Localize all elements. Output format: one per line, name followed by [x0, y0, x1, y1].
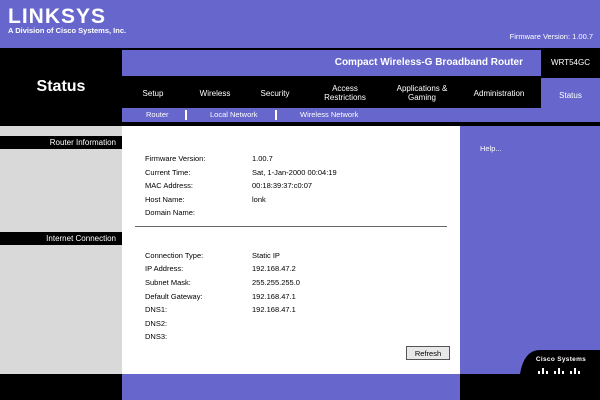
- subnav-separator: [185, 110, 187, 120]
- model-number: WRT54GC: [541, 50, 600, 76]
- page-title: Status: [36, 78, 86, 95]
- mac-address-value: 00:18:39:37:c0:07: [252, 181, 313, 190]
- ip-address-value: 192.168.47.2: [252, 264, 296, 273]
- dns2-label: DNS2:: [145, 319, 168, 328]
- ip-address-label: IP Address:: [145, 264, 184, 273]
- help-link[interactable]: Help...: [480, 144, 502, 153]
- domain-name-label: Domain Name:: [145, 208, 196, 217]
- host-name-label: Host Name:: [145, 195, 185, 204]
- firmware-version-top: Firmware Version: 1.00.7: [509, 32, 593, 41]
- host-name-value: lonk: [252, 195, 266, 204]
- header-bar: LINKSYS A Division of Cisco Systems, Inc…: [0, 0, 600, 48]
- refresh-button[interactable]: Refresh: [406, 346, 450, 360]
- help-panel: Help...: [460, 126, 600, 374]
- firmware-label: Firmware Version:: [145, 154, 206, 163]
- footer-left: [0, 374, 122, 400]
- tab-administration[interactable]: Administration: [466, 78, 532, 108]
- subtab-router[interactable]: Router: [146, 108, 169, 122]
- current-time-label: Current Time:: [145, 168, 191, 177]
- tab-setup[interactable]: Setup: [130, 78, 176, 108]
- mac-address-label: MAC Address:: [145, 181, 193, 190]
- logo-text: LINKSYS: [8, 5, 107, 28]
- left-sidebar: Router Information Internet Connection: [0, 126, 122, 374]
- subtab-local-network[interactable]: Local Network: [210, 108, 258, 122]
- footer-middle: [122, 374, 460, 400]
- tab-applications-gaming[interactable]: Applications & Gaming: [384, 78, 460, 108]
- logo-subtitle: A Division of Cisco Systems, Inc.: [8, 26, 127, 35]
- linksys-logo: LINKSYS A Division of Cisco Systems, Inc…: [8, 5, 127, 36]
- dns1-label: DNS1:: [145, 305, 168, 314]
- connection-type-label: Connection Type:: [145, 251, 204, 260]
- connection-type-value: Static IP: [252, 251, 280, 260]
- default-gateway-label: Default Gateway:: [145, 292, 203, 301]
- footer-right: [460, 374, 600, 400]
- dns3-label: DNS3:: [145, 332, 168, 341]
- firmware-value: 1.00.7: [252, 154, 273, 163]
- subnet-mask-label: Subnet Mask:: [145, 278, 191, 287]
- subtab-wireless-network[interactable]: Wireless Network: [300, 108, 358, 122]
- product-name: Compact Wireless-G Broadband Router: [334, 57, 523, 68]
- sub-navigation: Router Local Network Wireless Network: [122, 108, 600, 122]
- tab-access-restrictions[interactable]: Access Restrictions: [310, 78, 380, 108]
- section-divider: [135, 226, 447, 227]
- section-internet-connection: Internet Connection: [0, 232, 122, 245]
- tab-security[interactable]: Security: [252, 78, 298, 108]
- tab-status[interactable]: Status: [541, 78, 600, 112]
- main-content: Firmware Version: 1.00.7 Current Time: S…: [122, 126, 460, 374]
- product-bar: Compact Wireless-G Broadband Router: [122, 50, 541, 76]
- tab-wireless[interactable]: Wireless: [190, 78, 240, 108]
- current-time-value: Sat, 1-Jan-2000 00:04:19: [252, 168, 337, 177]
- subnav-separator: [275, 110, 277, 120]
- cisco-logo-text: Cisco Systems: [535, 356, 587, 363]
- subnet-mask-value: 255.255.255.0: [252, 278, 300, 287]
- default-gateway-value: 192.168.47.1: [252, 292, 296, 301]
- section-router-information: Router Information: [0, 136, 122, 149]
- main-tabs: Setup Wireless Security Access Restricti…: [122, 78, 541, 108]
- dns1-value: 192.168.47.1: [252, 305, 296, 314]
